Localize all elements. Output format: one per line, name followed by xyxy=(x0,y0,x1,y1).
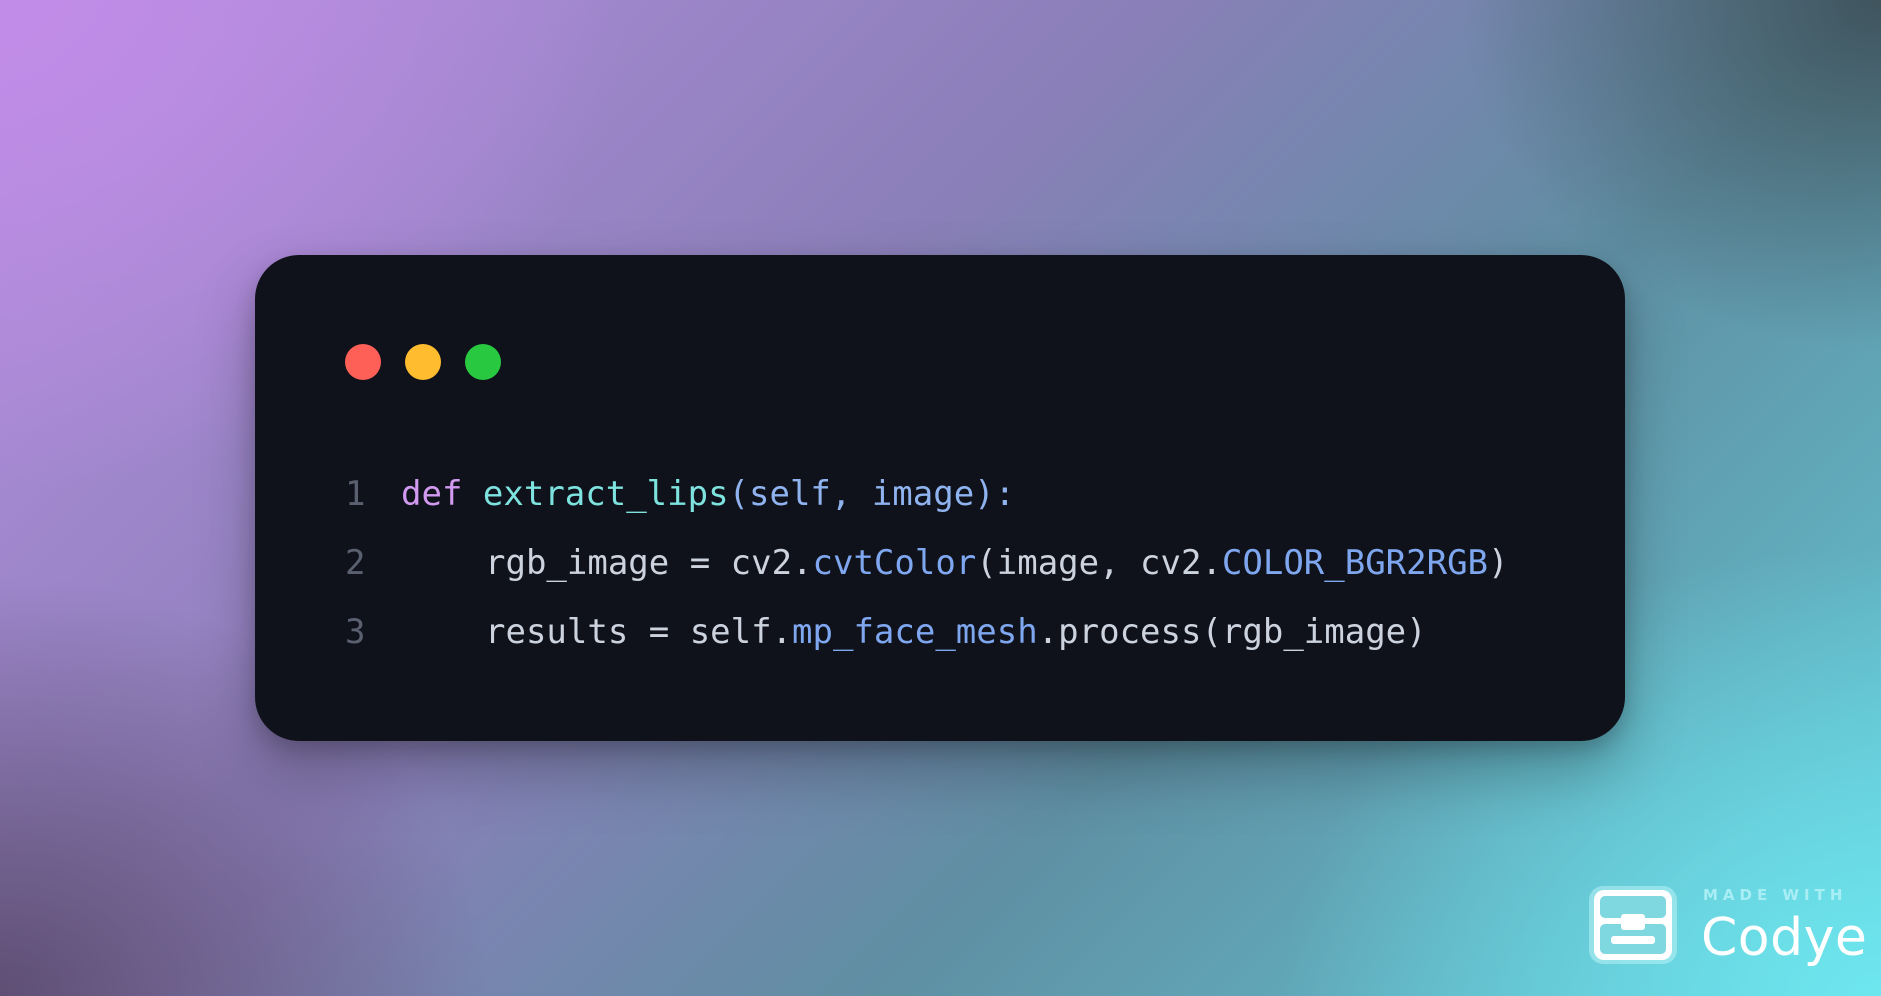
line-number: 3 xyxy=(345,612,366,652)
code-token-plain: .process(rgb_image) xyxy=(1037,612,1427,652)
code-token-attribute: mp_face_mesh xyxy=(792,612,1038,652)
code-token-attribute: COLOR_BGR2RGB xyxy=(1221,543,1489,583)
line-number: 2 xyxy=(345,543,366,583)
code-token-plain: (image, cv2. xyxy=(976,543,1222,583)
close-button[interactable] xyxy=(345,344,381,380)
code-line: 3 results = self.mp_face_mesh.process(rgb… xyxy=(345,598,1509,667)
line-number: 1 xyxy=(345,474,366,514)
made-with-codye-badge: MADE WITH Codye xyxy=(1583,882,1867,972)
maximize-button[interactable] xyxy=(465,344,501,380)
badge-brand-name: Codye xyxy=(1701,908,1868,968)
code-window: 1 def extract_lips(self, image): 2 rgb_imag… xyxy=(255,255,1625,741)
code-token-plain: results = self. xyxy=(485,612,793,652)
badge-made-with-text: MADE WITH xyxy=(1703,886,1848,904)
window-controls xyxy=(345,344,501,380)
code-token-function: extract_lips xyxy=(482,474,729,514)
code-token-keyword: def xyxy=(401,474,463,514)
code-block: 1 def extract_lips(self, image): 2 rgb_imag… xyxy=(345,460,1509,667)
code-line: 2 rgb_image = cv2.cvtColor(image, cv2.COL… xyxy=(345,529,1509,598)
code-token-plain: rgb_image = cv2. xyxy=(485,543,813,583)
code-token-plain: ) xyxy=(1488,543,1509,583)
code-token-attribute: cvtColor xyxy=(812,543,977,583)
code-line: 1 def extract_lips(self, image): xyxy=(345,460,1509,529)
code-token-param: (self, image): xyxy=(728,474,1016,514)
codye-logo-icon xyxy=(1589,886,1677,964)
minimize-button[interactable] xyxy=(405,344,441,380)
